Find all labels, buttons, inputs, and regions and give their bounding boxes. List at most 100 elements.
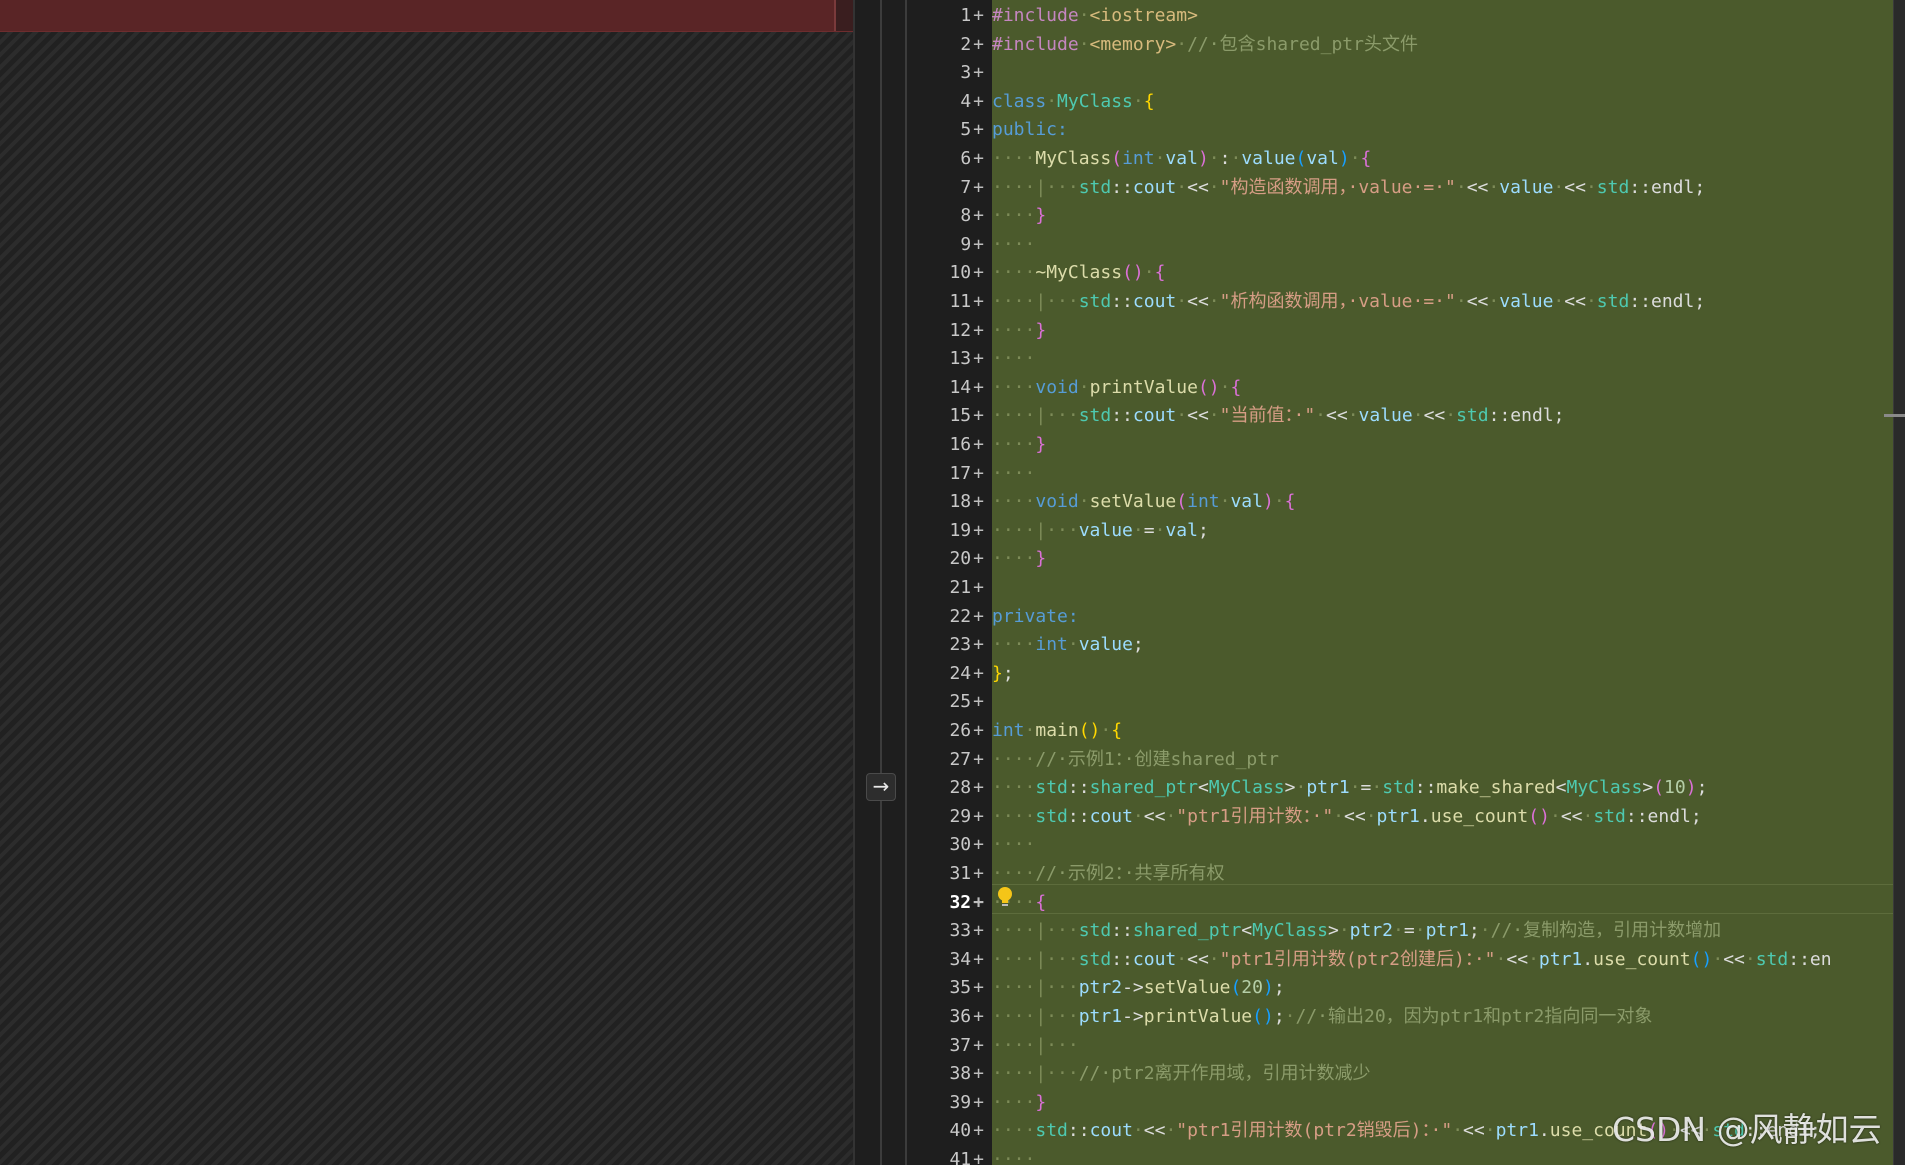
lightbulb-icon[interactable] xyxy=(995,885,1015,909)
code-line[interactable]: ····//·示例1：·创建shared_ptr xyxy=(992,746,1279,774)
code-token: · xyxy=(1165,805,1177,827)
code-line[interactable]: ····} xyxy=(992,431,1046,459)
line-number[interactable]: 19 + xyxy=(907,517,992,545)
code-line[interactable]: ····} xyxy=(992,545,1046,573)
line-number[interactable]: 39 + xyxy=(907,1089,992,1117)
line-number[interactable]: 33 + xyxy=(907,917,992,945)
line-number[interactable]: 18 + xyxy=(907,488,992,516)
line-number[interactable]: 23 + xyxy=(907,631,992,659)
line-number[interactable]: 28 + xyxy=(907,774,992,802)
line-number[interactable]: 17 + xyxy=(907,460,992,488)
line-number[interactable]: 22 + xyxy=(907,603,992,631)
code-line[interactable]: ····|···//·ptr2离开作用域，引用计数减少 xyxy=(992,1060,1371,1088)
line-number[interactable]: 25 + xyxy=(907,688,992,716)
code-line[interactable]: ····|···value·=·val; xyxy=(992,517,1209,545)
code-line[interactable]: ····//·示例2：·共享所有权 xyxy=(992,860,1225,888)
line-number[interactable]: 37 + xyxy=(907,1032,992,1060)
code-line[interactable]: ····} xyxy=(992,317,1046,345)
added-line-marker: + xyxy=(973,262,984,284)
code-line[interactable]: ····|···std::cout·<<·"析构函数调用，·value·=·"·… xyxy=(992,288,1705,316)
line-number[interactable]: 32 + xyxy=(907,889,992,917)
line-number[interactable]: 6 + xyxy=(907,145,992,173)
code-line[interactable]: }; xyxy=(992,660,1014,688)
code-line[interactable]: private: xyxy=(992,603,1079,631)
line-number-text: 35 xyxy=(949,977,972,999)
line-number[interactable]: 30 + xyxy=(907,831,992,859)
code-line[interactable]: ····|···ptr1->printValue();·//·输出20，因为pt… xyxy=(992,1003,1652,1031)
code-token: ; xyxy=(1002,662,1014,684)
right-scrollbar[interactable] xyxy=(1893,0,1905,1165)
line-number[interactable]: 34 + xyxy=(907,946,992,974)
line-number[interactable]: 5 + xyxy=(907,116,992,144)
line-number[interactable]: 13 + xyxy=(907,345,992,373)
code-line[interactable]: int·main()·{ xyxy=(992,717,1122,745)
code-line[interactable]: public: xyxy=(992,116,1068,144)
line-number[interactable]: 16 + xyxy=(907,431,992,459)
line-number-text: 22 xyxy=(949,605,972,627)
code-line[interactable]: #include·<memory>·//·包含shared_ptr头文件 xyxy=(992,31,1418,59)
code-line[interactable]: ···· xyxy=(992,460,1035,488)
line-number[interactable]: 20 + xyxy=(907,545,992,573)
code-line[interactable]: ····int·value; xyxy=(992,631,1144,659)
line-number[interactable]: 14 + xyxy=(907,374,992,402)
code-line[interactable]: ····|···ptr2->setValue(20); xyxy=(992,974,1285,1002)
code-line[interactable]: ····MyClass(int·val)·:·value(val)·{ xyxy=(992,145,1371,173)
code-token: = xyxy=(1360,777,1372,799)
code-line[interactable]: ····|··· xyxy=(992,1032,1079,1060)
code-line[interactable]: ····void·printValue()·{ xyxy=(992,374,1241,402)
line-number[interactable]: 41 + xyxy=(907,1146,992,1165)
line-number[interactable]: 3 + xyxy=(907,59,992,87)
code-line[interactable]: ····void·setValue(int·val)·{ xyxy=(992,488,1296,516)
code-token: } xyxy=(1035,205,1047,227)
code-line[interactable]: ····|···std::shared_ptr<MyClass>·ptr2·=·… xyxy=(992,917,1721,945)
code-token: ) xyxy=(1262,491,1274,513)
line-number[interactable]: 1 + xyxy=(907,2,992,30)
code-line[interactable]: ···· xyxy=(992,231,1035,259)
code-line[interactable]: ····|···std::cout·<<·"当前值：·"·<<·value·<<… xyxy=(992,402,1564,430)
added-line-marker: + xyxy=(973,634,984,656)
line-number[interactable]: 35 + xyxy=(907,974,992,1002)
line-number[interactable]: 8 + xyxy=(907,202,992,230)
left-diff-pane[interactable] xyxy=(0,0,855,1165)
line-number[interactable]: 27 + xyxy=(907,746,992,774)
code-line[interactable]: ···· xyxy=(992,831,1035,859)
code-line[interactable]: class·MyClass·{ xyxy=(992,88,1155,116)
line-number-text: 20 xyxy=(949,548,972,570)
line-number[interactable]: 38 + xyxy=(907,1060,992,1088)
line-number[interactable]: 31 + xyxy=(907,860,992,888)
code-line[interactable]: ····~MyClass()·{ xyxy=(992,259,1165,287)
code-line[interactable]: ···· xyxy=(992,1146,1035,1165)
line-number[interactable]: 40 + xyxy=(907,1117,992,1145)
code-editor-right[interactable]: #include·<iostream> #include·<memory>·//·… xyxy=(992,0,1905,1165)
line-number[interactable]: 9 + xyxy=(907,231,992,259)
pane-divider[interactable] xyxy=(880,0,882,1165)
merge-arrow-button[interactable]: → xyxy=(866,773,896,801)
line-number[interactable]: 24 + xyxy=(907,660,992,688)
code-line[interactable]: ····} xyxy=(992,202,1046,230)
line-number[interactable]: 29 + xyxy=(907,803,992,831)
line-number[interactable]: 2 + xyxy=(907,31,992,59)
code-line[interactable]: ····std::shared_ptr<MyClass>·ptr1·=·std:… xyxy=(992,774,1707,802)
line-number[interactable]: 21 + xyxy=(907,574,992,602)
line-number[interactable]: 26 + xyxy=(907,717,992,745)
code-token: { xyxy=(1143,90,1155,112)
line-number[interactable]: 12 + xyxy=(907,317,992,345)
added-line-marker: + xyxy=(973,1006,984,1027)
line-number[interactable]: 36 + xyxy=(907,1003,992,1031)
code-token: value xyxy=(1499,291,1554,312)
code-line[interactable]: ···· xyxy=(992,345,1035,373)
code-token: ···· xyxy=(992,805,1036,827)
line-number-gutter[interactable]: 1 +2 +3 +4 +5 +6 +7 +8 +9 +10 +11 +12 +13 +14 +15 +16 +1… xyxy=(907,0,992,1165)
code-line[interactable]: ····} xyxy=(992,1089,1046,1117)
code-line[interactable]: #include·<iostream> xyxy=(992,2,1198,30)
line-number[interactable]: 7 + xyxy=(907,174,992,202)
line-number[interactable]: 15 + xyxy=(907,402,992,430)
line-number[interactable]: 4 + xyxy=(907,88,992,116)
code-line[interactable]: ····|···std::cout·<<·"构造函数调用，·value·=·"·… xyxy=(992,174,1705,202)
line-number[interactable]: 10 + xyxy=(907,259,992,287)
code-token: · xyxy=(1078,376,1090,398)
line-number[interactable]: 11 + xyxy=(907,288,992,316)
code-token: · xyxy=(1455,291,1467,312)
code-line[interactable]: ····|···std::cout·<<·"ptr1引用计数(ptr2创建后)：… xyxy=(992,946,1832,974)
code-line[interactable]: ····std::cout·<<·"ptr1引用计数：·"·<<·ptr1.us… xyxy=(992,803,1702,831)
